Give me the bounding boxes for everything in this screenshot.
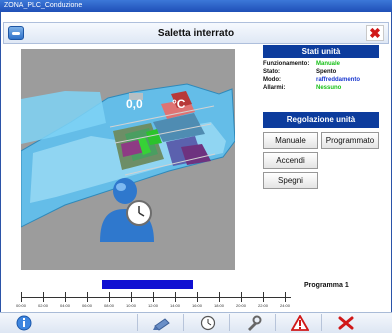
unit-status-panel: Stati unità Funzionamento: Manuale Stato… [263,45,379,101]
broom-button[interactable] [137,314,183,331]
status-row: Stato: Spento [263,68,379,76]
timeline-label: 02:00 [37,303,49,308]
timeline-label: 18:00 [213,303,225,308]
timeline-label: 16:00 [191,303,203,308]
timeline-tick [131,292,132,302]
settings-button[interactable] [229,314,275,331]
program-active-bar [102,280,193,289]
timeline-tick [65,292,66,302]
warning-icon [291,315,309,331]
program-timeline: 00:00 02:00 04:00 06:00 08:00 10:00 12:0… [16,292,291,312]
close-button[interactable]: ✖ [366,25,384,41]
status-label: Allarmi: [263,85,286,91]
timeline-label: 14:00 [169,303,181,308]
close-button[interactable] [321,314,367,331]
status-label: Modo: [263,77,281,83]
program-label: Programma 1 [304,282,349,289]
clock-icon [126,200,152,226]
footer-toolbar [0,312,392,333]
status-value: Manuale [316,61,341,67]
info-button[interactable] [0,314,46,331]
timeline-label: 00:00 [15,303,27,308]
broom-icon [153,318,170,331]
wrench-icon [248,315,262,331]
floor-plan-graphic [21,83,235,242]
programmato-button[interactable]: Programmato [321,132,379,149]
timeline-label: 22:00 [257,303,269,308]
page-title: Saletta interrato [157,28,235,39]
timeline-tick [241,292,242,302]
manuale-button[interactable]: Manuale [263,132,318,149]
status-label: Stato: [263,69,280,75]
spegni-button[interactable]: Spegni [263,172,318,189]
unit-status-title: Stati unità [263,45,379,58]
temperature-value: 0,0 [126,97,143,111]
status-value: raffreddamento [316,77,361,83]
timeline-tick [109,292,110,302]
accendi-button[interactable]: Accendi [263,152,318,169]
status-value: Spento [316,69,337,75]
timeline-label: 20:00 [235,303,247,308]
timeline-tick [175,292,176,302]
status-row: Allarmi: Nessuno [263,84,379,92]
timeline-label: 08:00 [103,303,115,308]
status-row: Modo: raffreddamento [263,76,379,84]
schedule-button[interactable] [183,314,229,331]
info-icon [16,315,32,331]
temperature-unit: °C [172,97,186,111]
window-titlebar: ZONA_PLC_Conduzione [0,0,392,12]
timeline-tick [219,292,220,302]
status-row: Funzionamento: Manuale [263,60,379,68]
unit-regulation-title: Regolazione unità [263,112,379,128]
timeline-tick [285,292,286,302]
timeline-tick [43,292,44,302]
timeline-tick [87,292,88,302]
timeline-label: 12:00 [147,303,159,308]
timeline-tick [21,292,22,302]
clock-icon [200,315,216,331]
timeline-label: 06:00 [81,303,93,308]
status-value: Nessuno [316,85,342,91]
timeline-label: 04:00 [59,303,71,308]
timeline-tick [153,292,154,302]
status-label: Funzionamento: [263,61,310,67]
timeline-label: 24:00 [279,303,291,308]
alarms-button[interactable] [275,314,321,331]
page-header: Saletta interrato ✖ [3,22,389,44]
timeline-tick [197,292,198,302]
floor-plan: 0,0 °C [21,49,235,270]
timeline-tick [263,292,264,302]
close-icon [338,316,354,330]
timeline-label: 10:00 [125,303,137,308]
